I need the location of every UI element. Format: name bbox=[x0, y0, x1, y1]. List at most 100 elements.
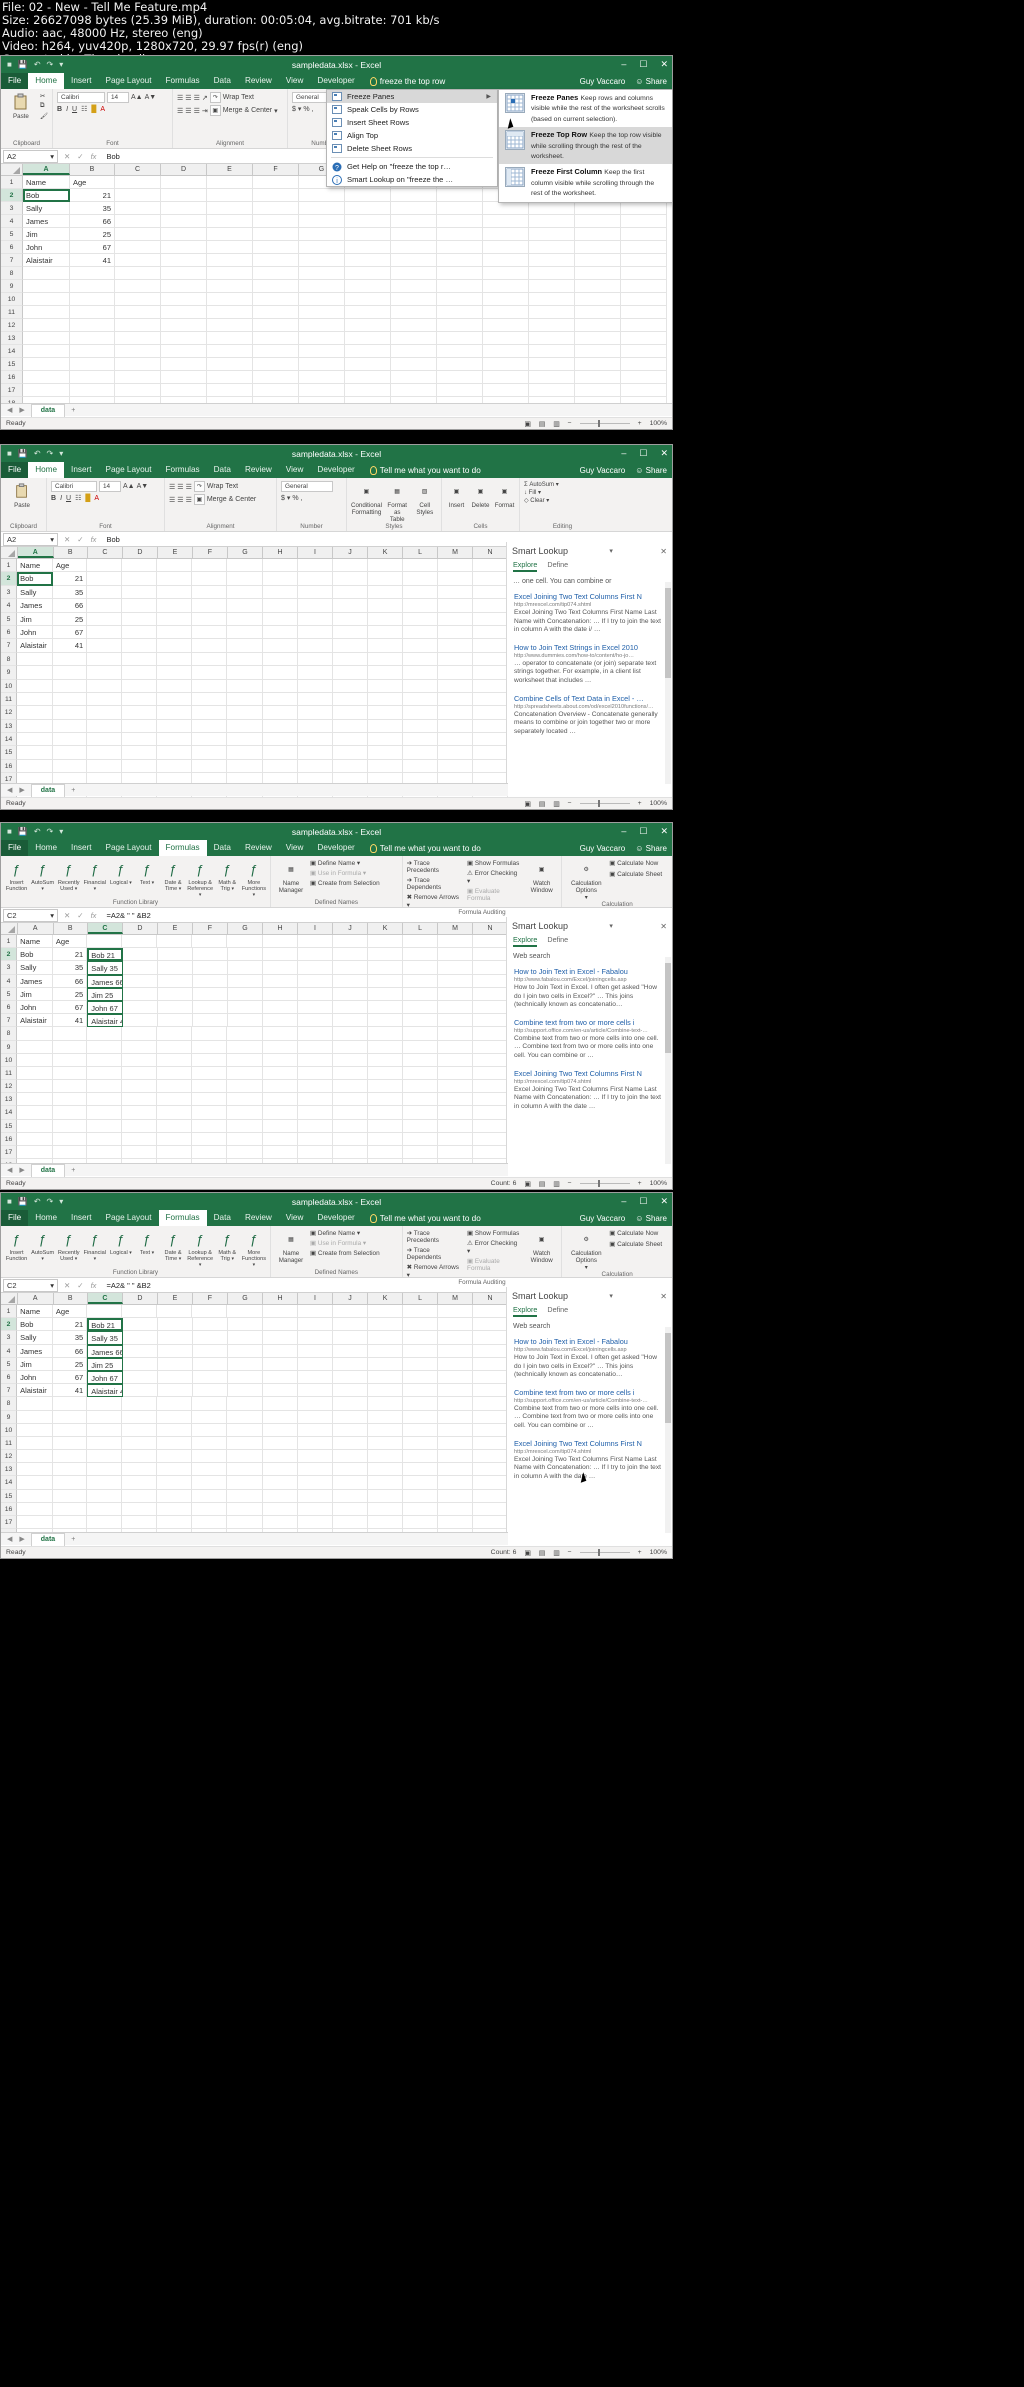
cell-C17[interactable] bbox=[115, 384, 161, 397]
cell-F15[interactable] bbox=[192, 746, 228, 760]
tab-review-2[interactable]: Review bbox=[238, 462, 279, 478]
cell-L9[interactable] bbox=[402, 1410, 438, 1424]
cell-N14[interactable] bbox=[621, 345, 667, 358]
cell-F13[interactable] bbox=[192, 1093, 228, 1107]
cell-D5[interactable] bbox=[122, 1357, 158, 1371]
cell-M16[interactable] bbox=[437, 1132, 473, 1146]
cell-N3[interactable] bbox=[621, 202, 667, 215]
cell-L5[interactable] bbox=[402, 987, 438, 1001]
table-row[interactable]: 1 Name Age bbox=[1, 935, 508, 949]
cell-E11[interactable] bbox=[207, 306, 253, 319]
cell-A3[interactable]: Sally bbox=[17, 961, 53, 975]
tab-formulas-1[interactable]: Formulas bbox=[159, 73, 207, 89]
tab-formulas-4[interactable]: Formulas bbox=[158, 1210, 207, 1226]
column-header-D[interactable]: D bbox=[123, 547, 158, 558]
result-title[interactable]: Combine text from two or more cells i bbox=[514, 1388, 665, 1397]
insert-cells-button-2[interactable]: ▣ Insert bbox=[446, 481, 467, 510]
column-header-B[interactable]: B bbox=[54, 547, 88, 558]
tab-data-3[interactable]: Data bbox=[207, 840, 238, 856]
trace-dependents-button-3[interactable]: ➔ Trace Dependents bbox=[407, 876, 461, 891]
cell-K12[interactable] bbox=[367, 1450, 403, 1464]
cell-D2[interactable] bbox=[122, 1318, 158, 1332]
cell-A11[interactable] bbox=[23, 306, 70, 319]
cell-J13[interactable] bbox=[437, 332, 483, 345]
menu-item-freeze-panes[interactable]: Freeze Panes ▶ bbox=[327, 90, 497, 103]
first-sheet-icon[interactable]: ◀ bbox=[7, 406, 12, 414]
tab-home-4[interactable]: Home bbox=[28, 1210, 64, 1226]
cell-N16[interactable] bbox=[472, 1502, 508, 1516]
cell-G9[interactable] bbox=[299, 280, 345, 293]
submenu-item-freeze-top-row[interactable]: Freeze Top Row Keep the top row visible … bbox=[499, 127, 672, 165]
cell-F17[interactable] bbox=[253, 384, 299, 397]
cell-F16[interactable] bbox=[192, 759, 228, 774]
increase-font-icon[interactable]: A▲ bbox=[131, 94, 143, 101]
cell-E3[interactable] bbox=[157, 1331, 193, 1345]
cell-D8[interactable] bbox=[122, 652, 158, 667]
cell-B2[interactable]: 21 bbox=[52, 948, 88, 962]
cell-E5[interactable] bbox=[157, 612, 193, 626]
cell-D10[interactable] bbox=[161, 293, 207, 306]
close-icon[interactable]: ✕ bbox=[660, 922, 667, 931]
cell-N11[interactable] bbox=[472, 1436, 508, 1451]
tab-developer-1[interactable]: Developer bbox=[310, 73, 361, 89]
cell-E4[interactable] bbox=[157, 974, 193, 988]
row-header-9[interactable]: 9 bbox=[1, 1410, 18, 1424]
cell-K11[interactable] bbox=[367, 1066, 403, 1081]
cell-E17[interactable] bbox=[157, 1516, 193, 1530]
cell-styles-button-2[interactable]: ▧ Cell Styles bbox=[412, 481, 437, 517]
cell-F1[interactable] bbox=[192, 935, 228, 949]
cell-G3[interactable] bbox=[227, 585, 263, 600]
cell-K13[interactable] bbox=[367, 719, 403, 734]
cell-K9[interactable] bbox=[367, 1040, 403, 1054]
column-header-C[interactable]: C bbox=[88, 547, 123, 558]
menu-item-align-top[interactable]: Align Top bbox=[327, 129, 497, 142]
cell-F11[interactable] bbox=[192, 1436, 228, 1451]
row-header-5[interactable]: 5 bbox=[1, 612, 18, 626]
row-header-3[interactable]: 3 bbox=[1, 1331, 18, 1345]
cell-G15[interactable] bbox=[227, 1119, 263, 1133]
cell-G5[interactable] bbox=[227, 612, 263, 626]
paste-button-2[interactable]: Paste bbox=[5, 481, 39, 509]
row-header-17[interactable]: 17 bbox=[1, 1146, 18, 1160]
cell-D9[interactable] bbox=[122, 1410, 158, 1424]
cell-K11[interactable] bbox=[483, 306, 529, 319]
cell-E5[interactable] bbox=[157, 987, 193, 1001]
row-header-16[interactable]: 16 bbox=[1, 1502, 18, 1516]
cell-M15[interactable] bbox=[437, 746, 473, 760]
cell-E13[interactable] bbox=[157, 1093, 193, 1107]
cell-N12[interactable] bbox=[472, 706, 508, 720]
cell-I17[interactable] bbox=[297, 1516, 333, 1530]
cell-L12[interactable] bbox=[402, 1080, 438, 1094]
view-break-icon-4[interactable]: ▥ bbox=[553, 1549, 559, 1557]
cell-K9[interactable] bbox=[367, 666, 403, 680]
cell-D4[interactable] bbox=[122, 1344, 158, 1358]
cell-G7[interactable] bbox=[299, 254, 345, 267]
cell-M5[interactable] bbox=[575, 228, 621, 241]
cell-F1[interactable] bbox=[192, 1305, 228, 1319]
cell-I14[interactable] bbox=[391, 345, 437, 358]
ribbon-home-2[interactable]: Paste Clipboard Calibri 14 A▲ A▼ B I U ☷… bbox=[1, 478, 672, 532]
cell-D9[interactable] bbox=[122, 666, 158, 680]
cell-A8[interactable] bbox=[17, 1397, 53, 1411]
cell-J10[interactable] bbox=[332, 1053, 368, 1067]
cell-F3[interactable] bbox=[192, 961, 228, 975]
cell-B7[interactable]: 41 bbox=[70, 254, 115, 267]
cell-F3[interactable] bbox=[253, 202, 299, 215]
cell-I15[interactable] bbox=[297, 1489, 333, 1503]
logical-button-3[interactable]: ƒ Logical ▾ bbox=[109, 859, 132, 887]
cell-C13[interactable] bbox=[115, 332, 161, 345]
cell-G13[interactable] bbox=[227, 719, 263, 734]
column-header-M[interactable]: M bbox=[438, 1293, 474, 1304]
cell-M2[interactable] bbox=[437, 1318, 473, 1332]
cell-B7[interactable]: 41 bbox=[52, 1014, 88, 1028]
cell-B4[interactable]: 66 bbox=[52, 1344, 88, 1358]
result-title[interactable]: Excel Joining Two Text Columns First N bbox=[514, 592, 665, 601]
cell-F1[interactable] bbox=[192, 559, 228, 573]
cell-G11[interactable] bbox=[227, 1436, 263, 1451]
orientation-icon[interactable]: ↗ bbox=[202, 94, 208, 102]
cell-G16[interactable] bbox=[227, 1502, 263, 1516]
cell-E17[interactable] bbox=[207, 384, 253, 397]
cell-D5[interactable] bbox=[122, 987, 158, 1001]
cell-B15[interactable] bbox=[52, 746, 88, 760]
cell-L7[interactable] bbox=[529, 254, 575, 267]
